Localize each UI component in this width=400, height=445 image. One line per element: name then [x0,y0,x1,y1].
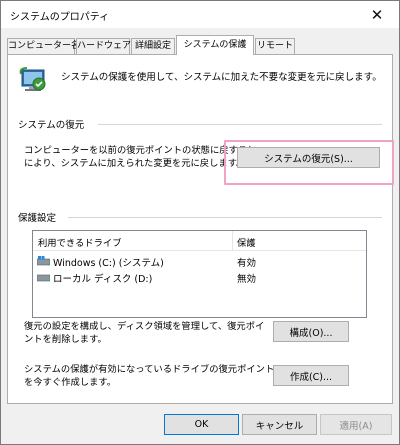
apply-button[interactable]: 適用(A) [320,414,392,435]
list-header: 利用できるドライブ 保護 [33,231,366,251]
system-protection-icon [19,67,46,91]
drive-list[interactable]: 利用できるドライブ 保護 Windows (C:) (システム) 有効 ローカル… [32,230,367,318]
intro-text: システムの保護を使用して、システムに加えた不要な変更を元に戻します。 [61,72,382,83]
restore-section-heading: システムの復元 [18,120,85,131]
restore-section-divider [98,124,382,125]
drive-name: ローカル ディスク (D:) [53,274,153,285]
create-button[interactable]: 作成(C)... [273,365,349,386]
column-header-drives[interactable]: 利用できるドライブ [38,235,122,249]
tab-hardware[interactable]: ハードウェア [76,38,131,54]
protection-section-divider [68,217,382,218]
configure-desc-line2: ントを削除します。 [24,334,107,345]
restore-description: コンピューターを以前の復元ポイントの状態に戻すこと により、システムに加えられた… [24,144,256,170]
restore-desc-line1: コンピューターを以前の復元ポイントの状態に戻すこと [24,145,257,156]
configure-description: 復元の設定を構成し、ディスク領域を管理して、復元ポイ ントを削除します。 [24,320,264,346]
drive-protection-status: 無効 [237,274,257,285]
window-title: システムのプロパティ [10,12,110,23]
protection-section-heading: 保護設定 [18,213,57,224]
drive-row-d[interactable]: ローカル ディスク (D:) 無効 [33,269,366,285]
close-icon: ✕ [370,5,384,24]
configure-button[interactable]: 構成(O)... [273,321,349,342]
create-desc-line1: システムの保護が有効になっているドライブの復元ポイント [24,364,275,375]
system-restore-button[interactable]: システムの復元(S)... [237,147,380,168]
tab-remote[interactable]: リモート [255,38,295,54]
close-button[interactable]: ✕ [355,1,399,28]
drive-name: Windows (C:) (システム) [53,258,164,269]
drive-row-c[interactable]: Windows (C:) (システム) 有効 [33,253,366,269]
column-header-protection[interactable]: 保護 [237,235,256,249]
restore-desc-line2: により、システムに加えられた変更を元に戻します。 [24,158,246,169]
configure-desc-line1: 復元の設定を構成し、ディスク領域を管理して、復元ポイ [24,321,265,332]
title-bar: システムのプロパティ ✕ [1,1,399,28]
cancel-button[interactable]: キャンセル [242,414,317,435]
system-drive-icon [37,256,50,266]
tab-system-protection[interactable]: システムの保護 [176,35,254,55]
create-description: システムの保護が有効になっているドライブの復元ポイント を今すぐ作成します。 [24,363,274,389]
drive-icon [37,274,50,282]
create-desc-line2: を今すぐ作成します。 [24,377,117,388]
tab-advanced[interactable]: 詳細設定 [131,38,175,54]
system-properties-dialog: システムのプロパティ ✕ コンピューター名 ハードウェア 詳細設定 システムの保… [0,0,400,445]
drive-protection-status: 有効 [237,258,257,269]
tab-computer-name[interactable]: コンピューター名 [7,38,80,54]
column-separator[interactable] [232,231,233,250]
system-protection-panel: システムの保護を使用して、システムに加えた不要な変更を元に戻します。 システムの… [7,54,394,404]
ok-button[interactable]: OK [164,414,239,435]
